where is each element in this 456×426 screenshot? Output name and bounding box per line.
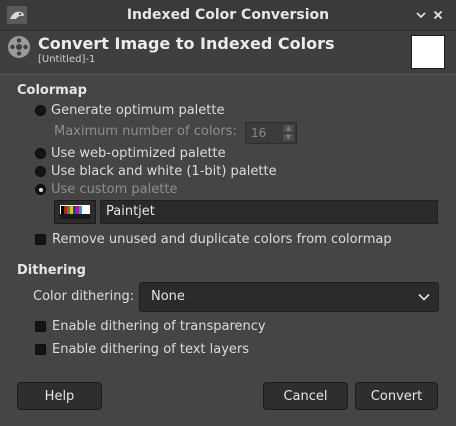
dither-transparency-checkbox[interactable] [35, 321, 46, 332]
film-reel-icon [8, 36, 30, 58]
convert-button[interactable]: Convert [355, 382, 438, 410]
remove-unused-option[interactable]: Remove unused and duplicate colors from … [35, 232, 392, 247]
custom-palette-label: Use custom palette [51, 182, 178, 197]
dither-transparency-label: Enable dithering of transparency [52, 319, 266, 334]
web-palette-label: Use web-optimized palette [51, 146, 226, 161]
dither-text-layers-label: Enable dithering of text layers [52, 342, 250, 357]
remove-unused-checkbox[interactable] [35, 234, 46, 245]
palette-select-button[interactable] [54, 200, 96, 224]
dither-transparency-option[interactable]: Enable dithering of transparency [35, 319, 266, 334]
window-titlebar: Indexed Color Conversion [0, 0, 456, 31]
color-dithering-label: Color dithering: [33, 289, 135, 304]
custom-palette-option[interactable]: Use custom palette [35, 182, 177, 197]
dithering-section-title: Dithering [17, 263, 86, 278]
dither-text-layers-option[interactable]: Enable dithering of text layers [35, 342, 249, 357]
image-name: [Untitled]-1 [38, 54, 96, 65]
generate-optimum-radio[interactable] [35, 105, 46, 116]
colormap-section-title: Colormap [17, 83, 87, 98]
max-colors-label: Maximum number of colors: [54, 124, 237, 139]
dialog-title: Convert Image to Indexed Colors [38, 34, 335, 53]
close-icon[interactable] [429, 6, 447, 24]
color-dithering-row: Color dithering: [33, 289, 134, 304]
bw-palette-option[interactable]: Use black and white (1-bit) palette [35, 164, 277, 179]
max-colors-row: Maximum number of colors: [54, 124, 237, 139]
generate-optimum-option[interactable]: Generate optimum palette [35, 103, 224, 118]
max-colors-spinner[interactable]: 16 ▲ ▼ [245, 122, 297, 144]
generate-optimum-label: Generate optimum palette [51, 103, 225, 118]
color-dithering-dropdown[interactable]: None [139, 282, 439, 312]
color-dithering-value: None [151, 289, 185, 304]
spin-down-icon[interactable]: ▼ [282, 133, 295, 142]
help-button[interactable]: Help [17, 382, 102, 410]
dialog-header: Convert Image to Indexed Colors [Untitle… [0, 31, 456, 73]
bw-palette-radio[interactable] [35, 166, 46, 177]
chevron-down-icon [418, 293, 430, 301]
window-menu-icon[interactable] [412, 6, 430, 24]
cancel-button[interactable]: Cancel [263, 382, 348, 410]
dither-text-layers-checkbox[interactable] [35, 344, 46, 355]
remove-unused-label: Remove unused and duplicate colors from … [52, 232, 392, 247]
max-colors-value: 16 [251, 126, 267, 140]
spin-up-icon[interactable]: ▲ [282, 124, 295, 133]
web-palette-radio[interactable] [35, 148, 46, 159]
window-title: Indexed Color Conversion [126, 7, 330, 23]
custom-palette-radio[interactable] [35, 184, 46, 195]
image-preview-thumbnail [411, 35, 445, 69]
palette-swatch-icon [60, 205, 90, 219]
bw-palette-label: Use black and white (1-bit) palette [51, 164, 277, 179]
header-divider [0, 74, 456, 75]
palette-name-field[interactable]: Paintjet [100, 200, 438, 224]
web-palette-option[interactable]: Use web-optimized palette [35, 146, 226, 161]
